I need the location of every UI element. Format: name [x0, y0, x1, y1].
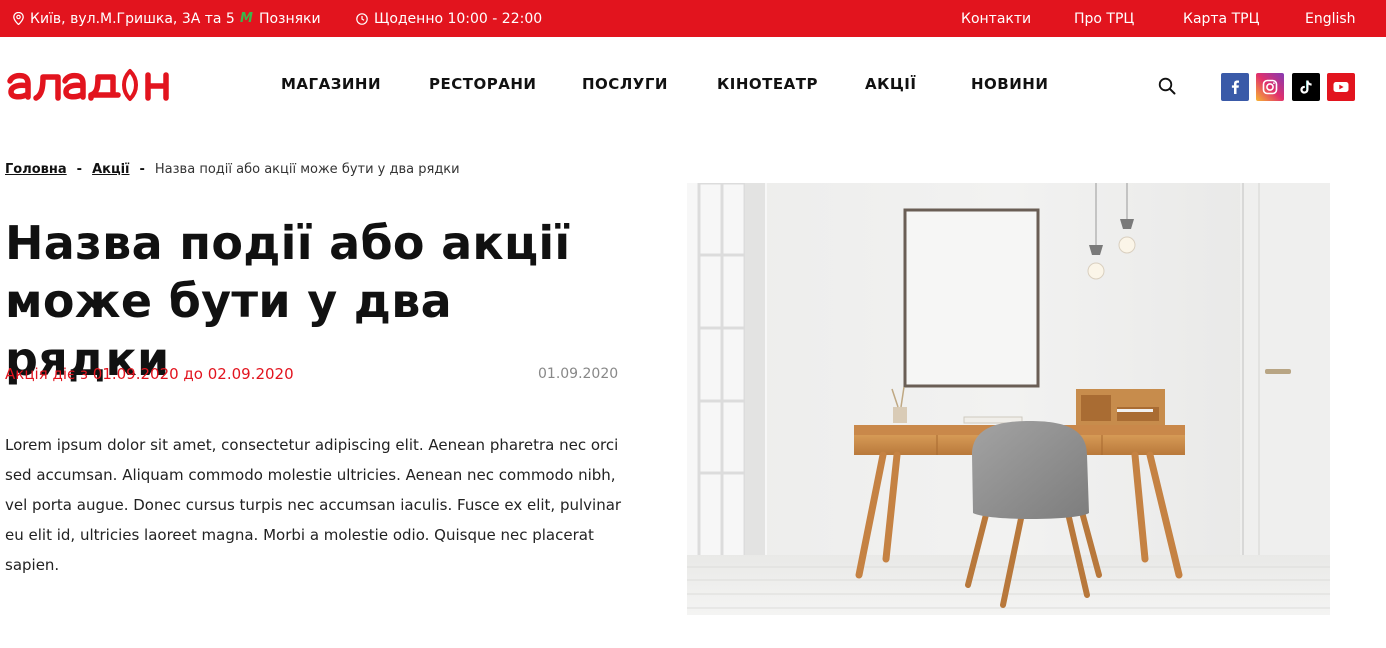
metro-text: Позняки [258, 10, 321, 27]
metro: M Позняки [240, 0, 321, 37]
logo[interactable] [6, 67, 188, 103]
nav-cinema[interactable]: КІНОТЕАТР [717, 75, 818, 93]
aladdin-logo-icon [7, 69, 169, 101]
site-header: МАГАЗИНИ РЕСТОРАНИ ПОСЛУГИ КІНОТЕАТР АКЦ… [0, 37, 1386, 133]
instagram-icon[interactable] [1256, 73, 1284, 101]
address: Київ, вул.М.Гришка, 3А та 5 [12, 0, 235, 37]
map-link[interactable]: Карта ТРЦ [1183, 11, 1259, 27]
article-body: Lorem ipsum dolor sit amet, consectetur … [5, 436, 622, 574]
breadcrumb-promotions[interactable]: Акції [92, 162, 129, 177]
breadcrumb-home[interactable]: Головна [5, 162, 67, 177]
breadcrumb-current: Назва події або акції може бути у два ря… [154, 162, 460, 177]
nav-restaurants[interactable]: РЕСТОРАНИ [429, 75, 536, 93]
search-icon[interactable] [1158, 77, 1176, 95]
page-title: Назва події або акції може бути у два ря… [5, 216, 571, 386]
language-switch[interactable]: English [1305, 11, 1356, 27]
interior-photo [687, 181, 1330, 615]
breadcrumb: Головна - Акції - Назва події або акції … [5, 162, 460, 177]
breadcrumb-separator: - [139, 162, 145, 177]
nav-news[interactable]: НОВИНИ [971, 75, 1048, 93]
tiktok-icon[interactable] [1292, 73, 1320, 101]
nav-services[interactable]: ПОСЛУГИ [582, 75, 668, 93]
opening-hours: Щоденно 10:00 - 22:00 [356, 0, 542, 37]
hours-text: Щоденно 10:00 - 22:00 [374, 10, 543, 27]
facebook-icon[interactable] [1221, 73, 1249, 101]
nav-promotions[interactable]: АКЦІЇ [865, 75, 916, 93]
publish-date: 01.09.2020 [538, 366, 619, 382]
breadcrumb-separator: - [76, 162, 83, 177]
location-pin-icon [12, 12, 24, 25]
metro-icon: M [240, 11, 253, 26]
youtube-icon[interactable] [1327, 73, 1355, 101]
about-link[interactable]: Про ТРЦ [1074, 11, 1134, 27]
top-bar: Київ, вул.М.Гришка, 3А та 5 M Позняки Що… [0, 0, 1386, 37]
contacts-link[interactable]: Контакти [961, 11, 1031, 27]
article-image [687, 181, 1330, 615]
promotion-period: Акція діє з 01.09.2020 до 02.09.2020 [5, 365, 294, 383]
clock-icon [356, 12, 368, 25]
address-text: Київ, вул.М.Гришка, 3А та 5 [30, 10, 235, 27]
nav-shops[interactable]: МАГАЗИНИ [281, 75, 381, 93]
